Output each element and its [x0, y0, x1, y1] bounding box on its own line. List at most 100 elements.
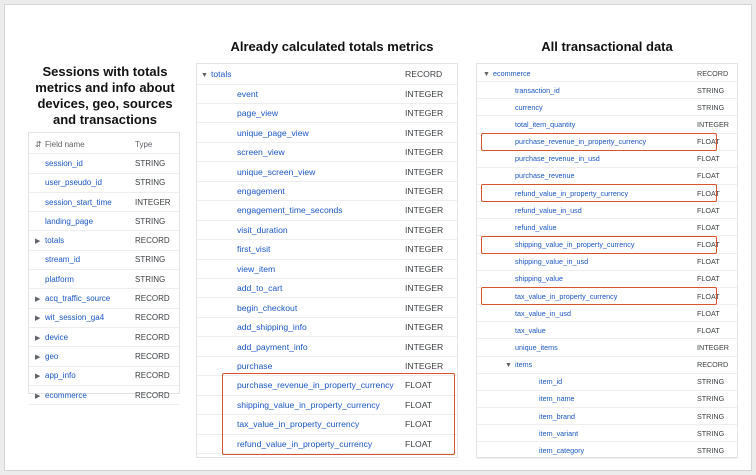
field-link-add-payment-info[interactable]: add_payment_info [237, 342, 308, 352]
field-link-shipping-value[interactable]: shipping_value [515, 274, 563, 283]
field-link-shipping-value-in-property-currency[interactable]: shipping_value_in_property_currency [237, 400, 380, 410]
table-row: unique_page_view INTEGER [197, 123, 457, 143]
field-link-view-item[interactable]: view_item [237, 264, 275, 274]
field-link-wit-session-ga4[interactable]: wit_session_ga4 [45, 313, 104, 322]
field-name-header[interactable]: ⇵ Field name [29, 140, 135, 149]
field-link-refund-value-in-property-currency[interactable]: refund_value_in_property_currency [237, 439, 372, 449]
field-link-ecommerce[interactable]: ecommerce [493, 69, 531, 78]
field-link-item-name[interactable]: item_name [539, 394, 575, 403]
table-row: event INTEGER [197, 84, 457, 104]
table-row: ▶ geo RECORD [29, 347, 179, 367]
field-type: RECORD [135, 294, 170, 304]
field-type: STRING [697, 411, 725, 421]
field-link-shipping-value-in-usd[interactable]: shipping_value_in_usd [515, 257, 588, 266]
field-cell: refund_value [477, 223, 697, 232]
field-cell: engagement [197, 186, 405, 196]
field-cell: transaction_id [477, 86, 697, 95]
field-link-add-shipping-info[interactable]: add_shipping_info [237, 322, 307, 332]
field-link-engagement-time-seconds[interactable]: engagement_time_seconds [237, 205, 343, 215]
table-row: refund_value_in_property_currency FLOAT [197, 435, 457, 455]
field-link-items[interactable]: items [515, 360, 532, 369]
field-link-platform[interactable]: platform [45, 275, 74, 284]
caret-right-icon[interactable]: ▶ [35, 295, 45, 303]
field-link-refund-value-in-usd[interactable]: refund_value_in_usd [515, 206, 582, 215]
caret-down-icon[interactable]: ▼ [505, 362, 515, 369]
field-type: INTEGER [405, 88, 444, 99]
table-row: unique_screen_view INTEGER [197, 162, 457, 182]
caret-down-icon[interactable]: ▼ [483, 71, 493, 78]
field-link-refund-value[interactable]: refund_value [515, 223, 557, 232]
sort-icon[interactable]: ⇵ [35, 140, 45, 149]
caret-right-icon[interactable]: ▶ [35, 314, 45, 322]
field-link-tax-value-in-property-currency[interactable]: tax_value_in_property_currency [237, 419, 359, 429]
field-link-add-to-cart[interactable]: add_to_cart [237, 283, 282, 293]
table-row: tax_value_in_property_currency FLOAT [197, 415, 457, 435]
field-link-unique-items[interactable]: unique_items [515, 343, 558, 352]
field-link-purchase-revenue[interactable]: purchase_revenue [515, 171, 575, 180]
field-link-item-id[interactable]: item_id [539, 377, 562, 386]
table-row: ▶ totals RECORD [29, 232, 179, 251]
field-link-item-variant[interactable]: item_variant [539, 429, 578, 438]
caret-down-icon[interactable]: ▼ [201, 72, 211, 79]
field-link-acq-traffic-source[interactable]: acq_traffic_source [45, 294, 110, 303]
field-link-engagement[interactable]: engagement [237, 186, 285, 196]
field-link-visit-duration[interactable]: visit_duration [237, 225, 288, 235]
field-link-ecommerce[interactable]: ecommerce [45, 391, 87, 400]
caret-right-icon[interactable]: ▶ [35, 237, 45, 245]
field-type: STRING [135, 158, 166, 168]
field-link-tax-value[interactable]: tax_value [515, 326, 546, 335]
field-link-tax-value-in-property-currency[interactable]: tax_value_in_property_currency [515, 292, 617, 301]
field-link-geo[interactable]: geo [45, 352, 58, 361]
field-type: FLOAT [697, 274, 720, 284]
field-type: FLOAT [697, 222, 720, 232]
table-row: page_view INTEGER [197, 104, 457, 124]
field-link-unique-page-view[interactable]: unique_page_view [237, 128, 309, 138]
field-link-totals[interactable]: totals [211, 69, 232, 79]
table-row: ▶ acq_traffic_source RECORD [29, 289, 179, 309]
field-cell: visit_duration [197, 225, 405, 235]
field-link-event[interactable]: event [237, 89, 258, 99]
field-type: INTEGER [405, 361, 444, 371]
field-link-refund-value-in-property-currency[interactable]: refund_value_in_property_currency [515, 189, 628, 198]
field-link-landing-page[interactable]: landing_page [45, 217, 93, 226]
field-link-transaction-id[interactable]: transaction_id [515, 86, 560, 95]
field-link-session-id[interactable]: session_id [45, 159, 83, 168]
field-cell: item_id [477, 377, 697, 386]
table-row: shipping_value FLOAT [477, 271, 737, 288]
field-link-purchase-revenue-in-property-currency[interactable]: purchase_revenue_in_property_currency [237, 380, 394, 390]
field-cell: tax_value_in_property_currency [477, 292, 697, 301]
caret-right-icon[interactable]: ▶ [35, 392, 45, 400]
ecommerce-schema-table: ▼ ecommerce RECORD transaction_id STRING curr… [476, 63, 738, 460]
field-link-tax-value-in-usd[interactable]: tax_value_in_usd [515, 309, 571, 318]
field-link-device[interactable]: device [45, 333, 68, 342]
field-link-shipping-value-in-property-currency[interactable]: shipping_value_in_property_currency [515, 240, 634, 249]
field-link-stream-id[interactable]: stream_id [45, 255, 80, 264]
field-link-begin-checkout[interactable]: begin_checkout [237, 303, 297, 313]
field-link-totals[interactable]: totals [45, 236, 64, 245]
field-type: STRING [135, 255, 166, 265]
field-cell: add_shipping_info [197, 322, 405, 332]
field-cell: ▶ totals [29, 236, 135, 245]
caret-right-icon[interactable]: ▶ [35, 372, 45, 380]
field-link-unique-screen-view[interactable]: unique_screen_view [237, 167, 315, 177]
field-link-purchase[interactable]: purchase [237, 361, 272, 371]
field-link-app-info[interactable]: app_info [45, 371, 76, 380]
caret-right-icon[interactable]: ▶ [35, 353, 45, 361]
field-link-currency[interactable]: currency [515, 103, 543, 112]
field-link-first-visit[interactable]: first_visit [237, 244, 270, 254]
field-link-item-brand[interactable]: item_brand [539, 412, 575, 421]
table-row: ▶ device RECORD [29, 328, 179, 348]
caret-right-icon[interactable]: ▶ [35, 334, 45, 342]
field-link-screen-view[interactable]: screen_view [237, 147, 285, 157]
field-link-total-item-quantity[interactable]: total_item_quantity [515, 120, 575, 129]
field-link-item-category[interactable]: item_category [539, 446, 584, 455]
field-cell: ▶ wit_session_ga4 [29, 313, 135, 322]
field-link-user-pseudo-id[interactable]: user_pseudo_id [45, 178, 102, 187]
table-row: purchase_revenue FLOAT [477, 168, 737, 186]
field-link-session-start-time[interactable]: session_start_time [45, 198, 112, 207]
field-link-purchase-revenue-in-usd[interactable]: purchase_revenue_in_usd [515, 154, 600, 163]
field-cell: ▼ ecommerce [477, 69, 697, 78]
field-link-purchase-revenue-in-property-currency[interactable]: purchase_revenue_in_property_currency [515, 137, 646, 146]
table-row: add_shipping_info INTEGER [197, 318, 457, 338]
field-link-page-view[interactable]: page_view [237, 108, 278, 118]
